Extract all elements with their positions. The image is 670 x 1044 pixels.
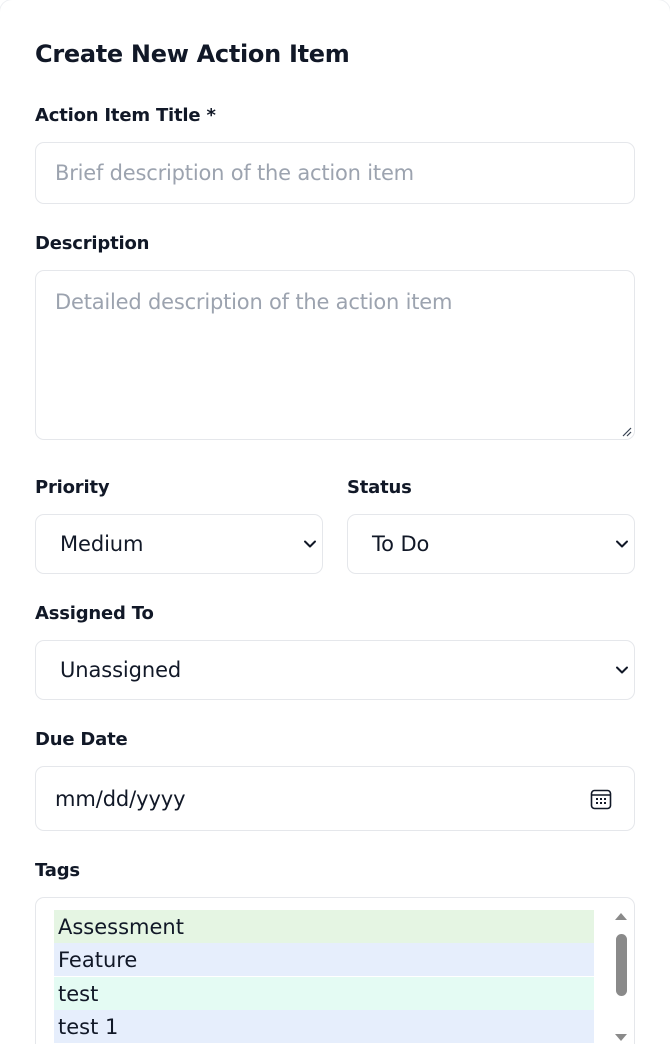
status-select[interactable]: To Do [347, 514, 635, 574]
assigned-to-select[interactable]: Unassigned [35, 640, 635, 700]
tags-scrollbar[interactable] [612, 906, 630, 1044]
tag-option-feature[interactable]: Feature [54, 943, 594, 976]
priority-selected-value: Medium [60, 532, 144, 556]
tag-option-assessment[interactable]: Assessment [54, 910, 594, 943]
assigned-to-selected-value: Unassigned [60, 658, 182, 682]
tag-option-test[interactable]: test [54, 977, 594, 1010]
calendar-icon[interactable] [589, 787, 613, 811]
chevron-down-icon [304, 540, 316, 548]
resize-handle-icon[interactable] [620, 425, 632, 437]
scroll-down-arrow-icon[interactable] [612, 1032, 630, 1044]
priority-select[interactable]: Medium [35, 514, 323, 574]
title-label: Action Item Title * [35, 105, 216, 126]
scrollbar-thumb[interactable] [616, 934, 627, 996]
modal-title: Create New Action Item [35, 40, 350, 68]
description-textarea[interactable]: Detailed description of the action item [35, 270, 635, 440]
due-date-input[interactable]: mm/dd/yyyy [35, 766, 635, 831]
priority-label: Priority [35, 477, 110, 498]
title-input[interactable]: Brief description of the action item [35, 142, 635, 204]
chevron-down-icon [616, 666, 628, 674]
status-selected-value: To Do [372, 532, 430, 556]
tags-multiselect[interactable]: Assessment Feature test test 1 [35, 897, 635, 1044]
chevron-down-icon [616, 540, 628, 548]
tag-option-test-1[interactable]: test 1 [54, 1010, 594, 1043]
description-textarea-placeholder: Detailed description of the action item [55, 290, 453, 314]
due-date-placeholder: mm/dd/yyyy [55, 787, 186, 811]
scroll-up-arrow-icon[interactable] [612, 910, 630, 922]
description-label: Description [35, 233, 150, 254]
tags-label: Tags [35, 860, 80, 881]
assigned-to-label: Assigned To [35, 603, 154, 624]
status-label: Status [347, 477, 412, 498]
create-action-item-modal: Create New Action Item Action Item Title… [0, 0, 670, 1044]
due-date-label: Due Date [35, 729, 128, 750]
title-input-placeholder: Brief description of the action item [55, 161, 414, 185]
